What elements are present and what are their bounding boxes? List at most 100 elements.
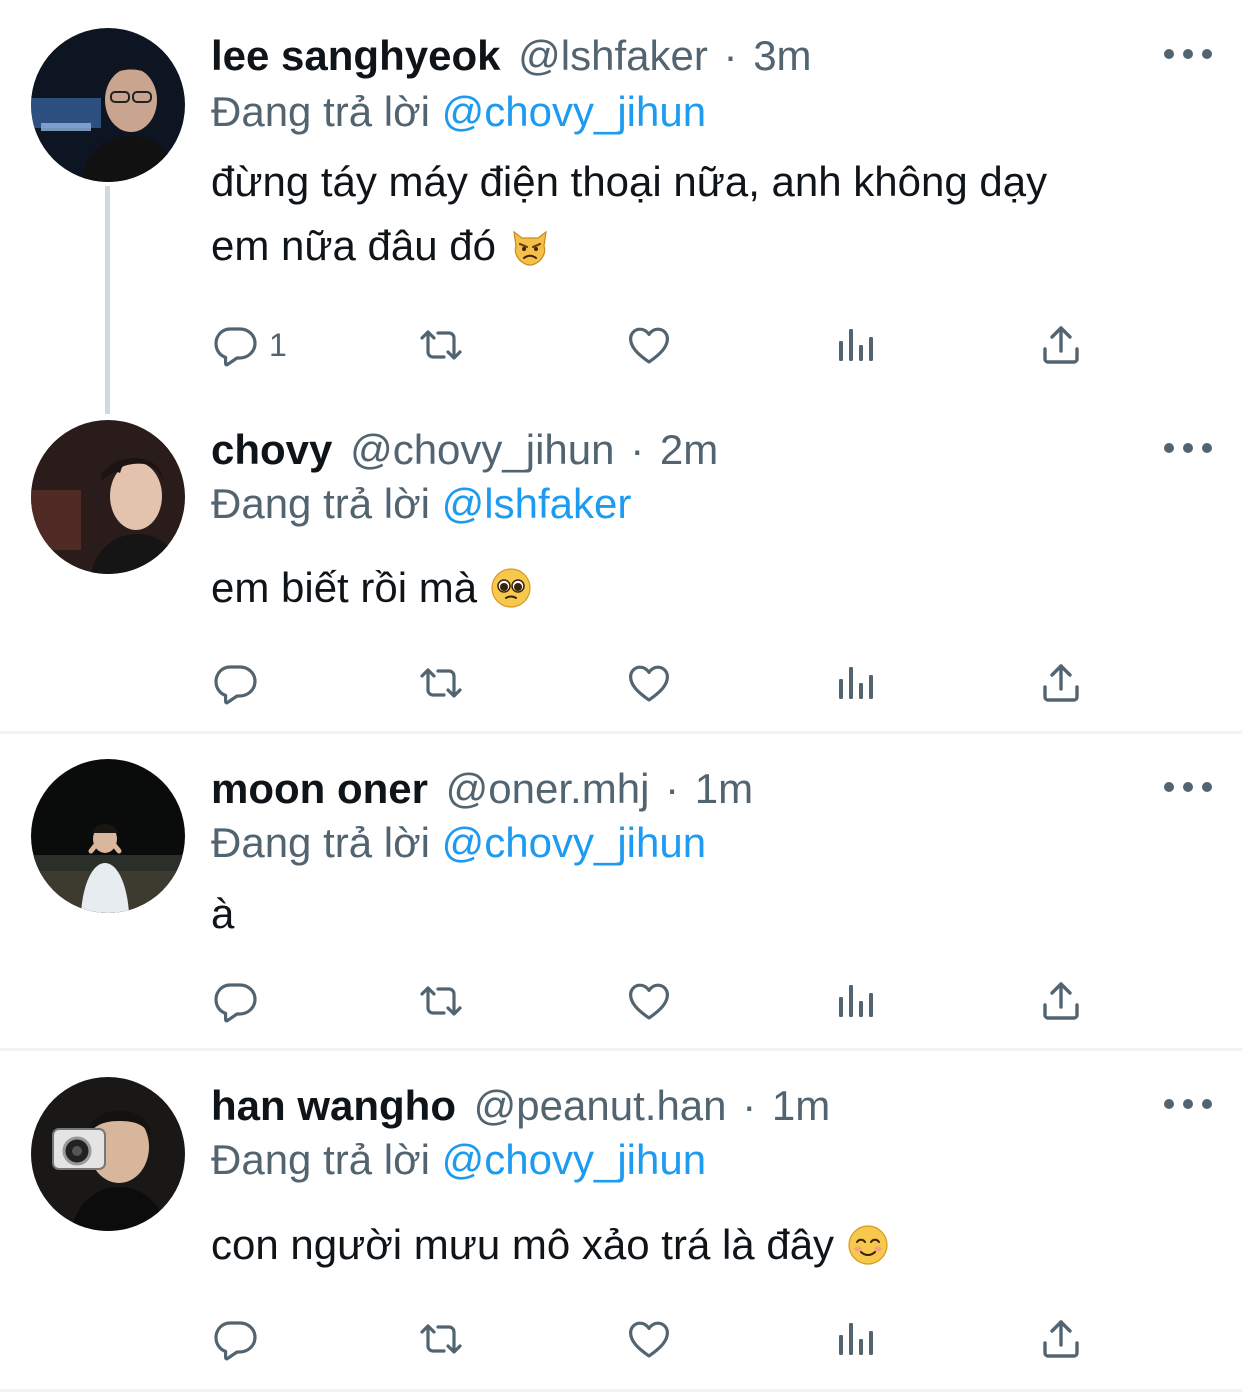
analytics-button[interactable]	[831, 318, 879, 372]
tweet[interactable]: moon oner @oner.mhj · 1m Đang trả lời @c…	[0, 734, 1242, 1048]
more-options-button[interactable]	[1164, 44, 1212, 64]
retweet-icon	[417, 977, 465, 1025]
reply-context: Đang trả lời @chovy_jihun	[211, 84, 706, 140]
user-handle[interactable]: @chovy_jihun	[350, 426, 614, 473]
avatar-photo-icon	[31, 420, 185, 574]
tweet-text: con người mưu mô xảo trá là đây	[211, 1213, 1201, 1285]
tweet-text-content: à	[211, 890, 235, 937]
reply-mention-link[interactable]: @lshfaker	[442, 480, 632, 527]
share-icon	[1037, 659, 1085, 707]
reply-context: Đang trả lời @lshfaker	[211, 476, 631, 532]
timestamp[interactable]: 3m	[753, 32, 811, 79]
avatar[interactable]	[31, 420, 185, 574]
analytics-button[interactable]	[831, 974, 879, 1028]
separator: ·	[723, 32, 738, 79]
like-button[interactable]	[625, 1312, 673, 1366]
reply-button[interactable]	[211, 1312, 269, 1366]
reply-mention-link[interactable]: @chovy_jihun	[442, 819, 706, 866]
tweet[interactable]: lee sanghyeok @lshfaker · 3m Đang trả lờ…	[0, 0, 1242, 414]
avatar-photo-icon	[31, 1077, 185, 1231]
reply-icon	[211, 977, 259, 1025]
thread-connector	[105, 186, 110, 414]
like-button[interactable]	[625, 974, 673, 1028]
share-button[interactable]	[1037, 318, 1085, 372]
timestamp[interactable]: 1m	[772, 1082, 830, 1129]
display-name[interactable]: chovy	[211, 426, 332, 473]
tweet-text: à	[211, 882, 1201, 946]
tweet-text-line-2: em nữa đâu đó	[211, 214, 1201, 286]
retweet-button[interactable]	[417, 1312, 465, 1366]
separator: ·	[630, 426, 645, 473]
like-icon	[625, 659, 673, 707]
share-icon	[1037, 321, 1085, 369]
retweet-icon	[417, 321, 465, 369]
reply-mention-link[interactable]: @chovy_jihun	[442, 88, 706, 135]
more-options-button[interactable]	[1164, 1094, 1212, 1114]
analytics-icon	[831, 321, 879, 369]
retweet-button[interactable]	[417, 318, 465, 372]
tweet[interactable]: han wangho @peanut.han · 1m Đang trả lời…	[0, 1051, 1242, 1389]
more-icon	[1164, 49, 1174, 59]
more-options-button[interactable]	[1164, 438, 1212, 458]
like-icon	[625, 977, 673, 1025]
retweet-icon	[417, 1315, 465, 1363]
reply-count: 1	[269, 326, 287, 363]
tweet-header: moon oner @oner.mhj · 1m	[211, 761, 753, 817]
avatar-photo-icon	[31, 28, 185, 182]
avatar[interactable]	[31, 1077, 185, 1231]
retweet-icon	[417, 659, 465, 707]
retweet-button[interactable]	[417, 656, 465, 710]
more-icon	[1164, 443, 1174, 453]
reply-icon	[211, 321, 259, 369]
reply-prefix: Đang trả lời	[211, 88, 430, 135]
like-button[interactable]	[625, 656, 673, 710]
tweet-header: chovy @chovy_jihun · 2m	[211, 422, 718, 478]
reply-button[interactable]	[211, 656, 269, 710]
more-icon	[1164, 1099, 1174, 1109]
tweet-header: han wangho @peanut.han · 1m	[211, 1078, 830, 1134]
tweet-text: em biết rồi mà	[211, 556, 1201, 628]
avatar[interactable]	[31, 759, 185, 913]
user-handle[interactable]: @oner.mhj	[446, 765, 650, 812]
like-button[interactable]	[625, 318, 673, 372]
timestamp[interactable]: 1m	[695, 765, 753, 812]
more-icon	[1164, 782, 1174, 792]
like-icon	[625, 321, 673, 369]
reply-prefix: Đang trả lời	[211, 480, 430, 527]
share-button[interactable]	[1037, 656, 1085, 710]
display-name[interactable]: moon oner	[211, 765, 428, 812]
timestamp[interactable]: 2m	[660, 426, 718, 473]
avatar[interactable]	[31, 28, 185, 182]
display-name[interactable]: lee sanghyeok	[211, 32, 500, 79]
share-button[interactable]	[1037, 1312, 1085, 1366]
share-icon	[1037, 977, 1085, 1025]
reply-icon	[211, 1315, 259, 1363]
tweet-text-line: đừng táy máy điện thoại nữa, anh không d…	[211, 158, 1048, 205]
separator: ·	[665, 765, 680, 812]
reply-prefix: Đang trả lời	[211, 819, 430, 866]
tweet-text: đừng táy máy điện thoại nữa, anh không d…	[211, 150, 1201, 286]
analytics-icon	[831, 977, 879, 1025]
tweet[interactable]: chovy @chovy_jihun · 2m Đang trả lời @ls…	[0, 410, 1242, 732]
display-name[interactable]: han wangho	[211, 1082, 456, 1129]
tweet-text-content: em biết rồi mà	[211, 564, 478, 611]
reply-button[interactable]	[211, 974, 269, 1028]
like-icon	[625, 1315, 673, 1363]
analytics-button[interactable]	[831, 1312, 879, 1366]
share-button[interactable]	[1037, 974, 1085, 1028]
avatar-photo-icon	[31, 759, 185, 913]
reply-button[interactable]: 1	[211, 318, 287, 372]
analytics-button[interactable]	[831, 656, 879, 710]
more-options-button[interactable]	[1164, 777, 1212, 797]
user-handle[interactable]: @lshfaker	[518, 32, 708, 79]
separator: ·	[742, 1082, 757, 1129]
user-handle[interactable]: @peanut.han	[474, 1082, 727, 1129]
retweet-button[interactable]	[417, 974, 465, 1028]
reply-prefix: Đang trả lời	[211, 1136, 430, 1183]
reply-context: Đang trả lời @chovy_jihun	[211, 815, 706, 871]
tweet-text-content: con người mưu mô xảo trá là đây	[211, 1221, 835, 1268]
smiling-face-emoji-icon	[846, 1221, 890, 1285]
analytics-icon	[831, 1315, 879, 1363]
reply-mention-link[interactable]: @chovy_jihun	[442, 1136, 706, 1183]
reply-icon	[211, 659, 259, 707]
